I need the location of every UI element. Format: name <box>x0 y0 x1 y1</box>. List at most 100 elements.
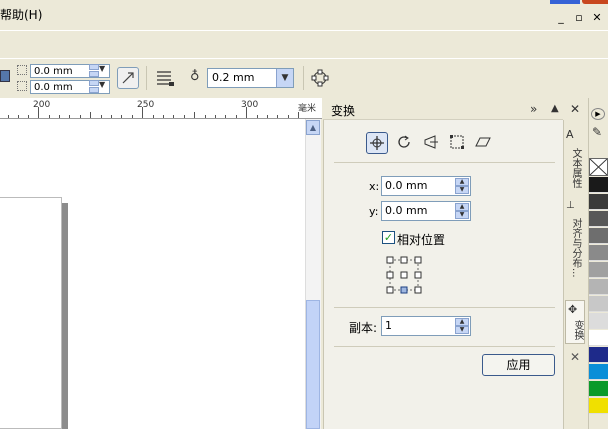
section-divider <box>334 162 555 163</box>
tab-text-properties[interactable]: 文本属性 <box>568 148 583 188</box>
skew-mode-button[interactable] <box>472 132 494 154</box>
spin-down[interactable] <box>89 71 99 77</box>
color-swatch[interactable] <box>589 381 608 397</box>
transform-docker <box>323 98 563 429</box>
scroll-up-icon[interactable]: ▲ <box>306 120 320 135</box>
docker-close-button[interactable]: ✕ <box>570 102 580 116</box>
spin-down[interactable] <box>89 87 99 93</box>
relative-position-checkbox[interactable]: ✓ <box>382 231 395 244</box>
tab-close-button[interactable]: ✕ <box>570 350 580 364</box>
color-swatch[interactable] <box>589 364 608 380</box>
ruler-tick <box>18 115 19 118</box>
window-close-fragment[interactable] <box>582 0 608 4</box>
size-mode-button[interactable] <box>446 132 468 154</box>
x-label: x: <box>369 180 380 193</box>
spin-down-icon[interactable]: ▼ <box>455 326 469 334</box>
outline-pen-icon: ♁ <box>190 69 200 84</box>
docker-header <box>323 98 563 120</box>
spin-up-icon[interactable]: ▲ <box>455 318 469 326</box>
horizontal-ruler: 200 250 300 毫米 <box>0 98 322 119</box>
document-page[interactable] <box>0 197 62 429</box>
ruler-tick <box>132 115 133 118</box>
spin-up-icon[interactable]: ▲ <box>455 203 469 211</box>
transform-tab-icon: ✥ <box>568 303 578 316</box>
ruler-tick <box>8 115 9 118</box>
ruler-unit: 毫米 <box>298 104 317 114</box>
node-ring-icon <box>311 69 329 87</box>
ruler-tick <box>257 115 258 118</box>
tab-align-distribute[interactable]: 对齐与分布... <box>568 218 583 278</box>
ruler-tick <box>267 115 268 118</box>
no-fill-icon <box>589 158 608 176</box>
spin-up-icon[interactable]: ▲ <box>455 178 469 186</box>
move-icon <box>370 136 384 150</box>
color-swatch[interactable] <box>589 398 608 414</box>
ruler-tick <box>153 115 154 118</box>
ruler-tick <box>59 115 60 118</box>
ruler-tick <box>184 115 185 118</box>
ruler-tick <box>236 115 237 118</box>
rotate-icon <box>398 135 410 148</box>
tab-transform[interactable]: 变换 <box>570 320 585 340</box>
anchor-grid[interactable] <box>386 255 422 295</box>
no-color-swatch[interactable] <box>589 158 608 176</box>
anchor-points-icon <box>386 256 422 294</box>
color-swatch[interactable] <box>589 296 608 312</box>
rotate-mode-button[interactable] <box>393 132 415 154</box>
ruler-tick <box>38 107 39 118</box>
color-swatch[interactable] <box>589 177 608 193</box>
color-swatch[interactable] <box>589 245 608 261</box>
scale-mirror-button[interactable] <box>420 132 442 154</box>
menu-help[interactable]: 帮助(H) <box>0 6 42 23</box>
color-swatch[interactable] <box>589 194 608 210</box>
dropdown-icon[interactable]: ▼ <box>99 80 105 89</box>
color-swatch[interactable] <box>589 228 608 244</box>
title-bar-fragment <box>550 0 580 4</box>
spin-up[interactable] <box>89 64 99 70</box>
dropdown-icon[interactable]: ▼ <box>99 64 105 73</box>
color-swatch[interactable] <box>589 211 608 227</box>
apply-button[interactable]: 应用 <box>482 354 555 376</box>
ruler-tick <box>28 115 29 118</box>
doc-close-button[interactable]: ✕ <box>589 10 605 25</box>
scroll-thumb[interactable] <box>306 300 320 429</box>
copies-label: 副本: <box>349 321 378 335</box>
ruler-label: 200 <box>33 100 51 110</box>
section-divider <box>334 346 555 347</box>
spin-down-icon[interactable]: ▼ <box>455 211 469 219</box>
wrap-text-icon <box>157 71 174 86</box>
docker-collapse-button[interactable]: ▲ <box>551 103 559 114</box>
ruler-tick <box>69 115 70 118</box>
toolbar-separator <box>146 66 147 90</box>
text-wrap-button[interactable] <box>154 67 176 89</box>
section-divider <box>334 307 555 308</box>
ruler-tick <box>194 112 195 118</box>
spin-up[interactable] <box>89 80 99 86</box>
spin-down-icon[interactable]: ▼ <box>455 186 469 194</box>
position-mode-button[interactable] <box>366 132 388 154</box>
color-swatch[interactable] <box>589 330 608 346</box>
ruler-tick <box>246 107 247 118</box>
page-shadow <box>62 203 68 429</box>
eyedropper-icon[interactable]: ✎ <box>592 125 602 139</box>
ruler-tick <box>288 115 289 118</box>
ruler-tick <box>111 115 112 118</box>
lock-ratio-icon[interactable] <box>0 70 10 82</box>
convert-to-curves-button[interactable] <box>309 67 331 89</box>
skew-icon <box>475 137 491 147</box>
palette-scroll-icon[interactable]: ▶ <box>591 108 605 120</box>
object-scale-toggle[interactable] <box>117 67 139 89</box>
ruler-tick <box>142 107 143 118</box>
docker-title: 变换 <box>331 104 356 118</box>
color-swatch[interactable] <box>589 347 608 363</box>
ruler-tick <box>277 115 278 118</box>
chevron-down-icon[interactable]: ▼ <box>276 69 293 87</box>
color-swatch[interactable] <box>589 279 608 295</box>
docker-expand-button[interactable]: » <box>530 102 537 116</box>
color-swatch[interactable] <box>589 313 608 329</box>
color-swatch[interactable] <box>589 262 608 278</box>
doc-minimize-button[interactable]: _ <box>553 10 569 25</box>
doc-restore-button[interactable]: ▫ <box>571 10 587 25</box>
mirror-icon <box>424 135 438 149</box>
ruler-tick <box>298 112 299 118</box>
